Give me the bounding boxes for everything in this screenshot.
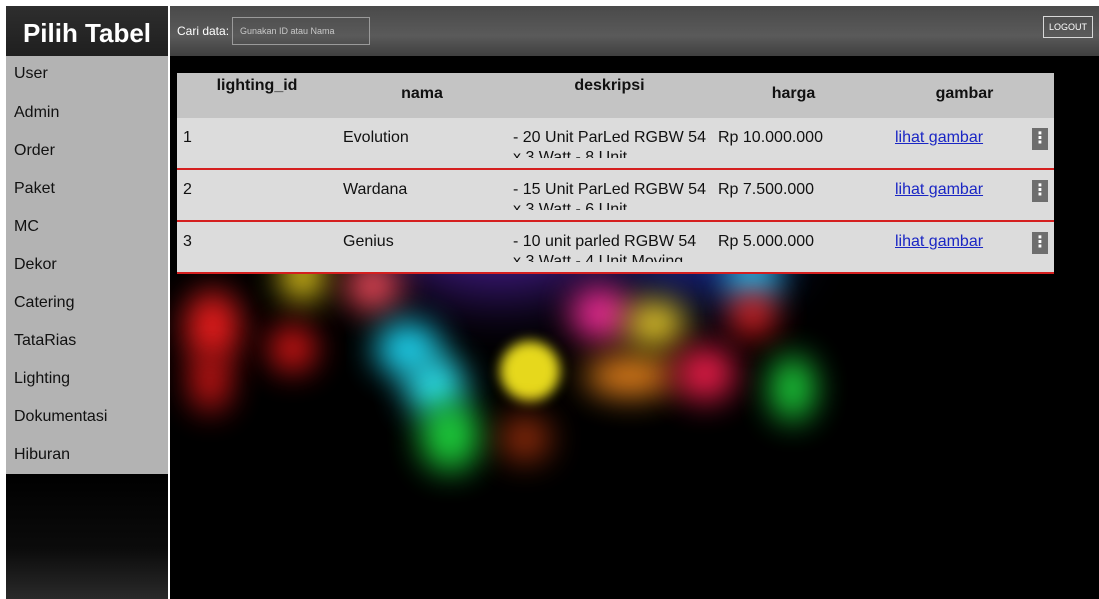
cell-nama-text: Wardana	[343, 181, 408, 198]
cell-gambar: lihat gambar ⋮	[875, 221, 1054, 274]
sidebar: Pilih Tabel User Admin Order Paket MC De…	[6, 6, 168, 599]
top-bar: Cari data: LOGOUT	[170, 6, 1099, 56]
search-input[interactable]	[232, 17, 370, 45]
sidebar-menu: User Admin Order Paket MC Dekor Catering…	[6, 56, 168, 474]
sidebar-item-dokumentasi[interactable]: Dokumentasi	[6, 398, 168, 436]
cell-id-text: 1	[183, 129, 192, 146]
view-image-link[interactable]: lihat gambar	[895, 232, 983, 262]
cell-deskripsi-text: - 15 Unit ParLed RGBW 54 x 3 Watt - 6 Un…	[513, 181, 706, 210]
sidebar-item-tatarias[interactable]: TataRias	[6, 322, 168, 360]
sidebar-item-mc[interactable]: MC	[6, 208, 168, 246]
cell-id-text: 3	[183, 233, 192, 250]
cell-harga: Rp 5.000.000	[712, 221, 875, 274]
lighting-table: lighting_id nama deskripsi harga gambar …	[177, 73, 1054, 274]
cell-nama: Evolution	[337, 118, 507, 170]
sidebar-item-user[interactable]: User	[6, 56, 168, 94]
table-row: 3 Genius - 10 unit parled RGBW 54 x 3 Wa…	[177, 221, 1054, 274]
cell-lighting-id: 3	[177, 221, 337, 274]
cell-deskripsi: - 20 Unit ParLed RGBW 54 x 3 Watt - 8 Un…	[507, 118, 712, 170]
cell-gambar: lihat gambar ⋮	[875, 169, 1054, 222]
cell-deskripsi-text: - 20 Unit ParLed RGBW 54 x 3 Watt - 8 Un…	[513, 129, 706, 158]
kebab-menu-icon[interactable]: ⋮	[1032, 128, 1048, 150]
cell-harga: Rp 7.500.000	[712, 169, 875, 222]
cell-lighting-id: 1	[177, 118, 337, 170]
view-image-link[interactable]: lihat gambar	[895, 128, 983, 158]
cell-id-text: 2	[183, 181, 192, 198]
header-gambar: gambar	[875, 73, 1054, 118]
kebab-menu-icon[interactable]: ⋮	[1032, 180, 1048, 202]
table-header-row: lighting_id nama deskripsi harga gambar	[177, 73, 1054, 118]
cell-deskripsi: - 15 Unit ParLed RGBW 54 x 3 Watt - 6 Un…	[507, 169, 712, 222]
search-label: Cari data:	[177, 24, 230, 38]
sidebar-item-lighting[interactable]: Lighting	[6, 360, 168, 398]
sidebar-item-dekor[interactable]: Dekor	[6, 246, 168, 284]
table-row: 1 Evolution - 20 Unit ParLed RGBW 54 x 3…	[177, 118, 1054, 170]
cell-nama-text: Evolution	[343, 129, 409, 146]
brand-title: Pilih Tabel	[6, 6, 168, 56]
cell-harga-text: Rp 10.000.000	[718, 129, 823, 146]
sidebar-item-paket[interactable]: Paket	[6, 170, 168, 208]
logout-button[interactable]: LOGOUT	[1042, 16, 1093, 38]
cell-gambar: lihat gambar ⋮	[875, 118, 1054, 170]
header-nama: nama	[337, 73, 507, 118]
view-image-link[interactable]: lihat gambar	[895, 180, 983, 210]
header-lighting-id: lighting_id	[177, 73, 337, 118]
cell-nama-text: Genius	[343, 233, 394, 250]
cell-harga-text: Rp 7.500.000	[718, 181, 815, 198]
cell-lighting-id: 2	[177, 169, 337, 222]
table-row: 2 Wardana - 15 Unit ParLed RGBW 54 x 3 W…	[177, 169, 1054, 222]
sidebar-item-catering[interactable]: Catering	[6, 284, 168, 322]
sidebar-footer	[6, 474, 168, 599]
kebab-menu-icon[interactable]: ⋮	[1032, 232, 1048, 254]
header-harga: harga	[712, 73, 875, 118]
sidebar-item-admin[interactable]: Admin	[6, 94, 168, 132]
sidebar-item-hiburan[interactable]: Hiburan	[6, 436, 168, 474]
main-content: Cari data: LOGOUT lighting_id nama	[170, 6, 1099, 599]
cell-nama: Wardana	[337, 169, 507, 222]
cell-deskripsi-text: - 10 unit parled RGBW 54 x 3 Watt - 4 Un…	[513, 233, 697, 262]
cell-nama: Genius	[337, 221, 507, 274]
cell-deskripsi: - 10 unit parled RGBW 54 x 3 Watt - 4 Un…	[507, 221, 712, 274]
header-deskripsi: deskripsi	[507, 73, 712, 118]
cell-harga-text: Rp 5.000.000	[718, 233, 815, 250]
sidebar-item-order[interactable]: Order	[6, 132, 168, 170]
cell-harga: Rp 10.000.000	[712, 118, 875, 170]
